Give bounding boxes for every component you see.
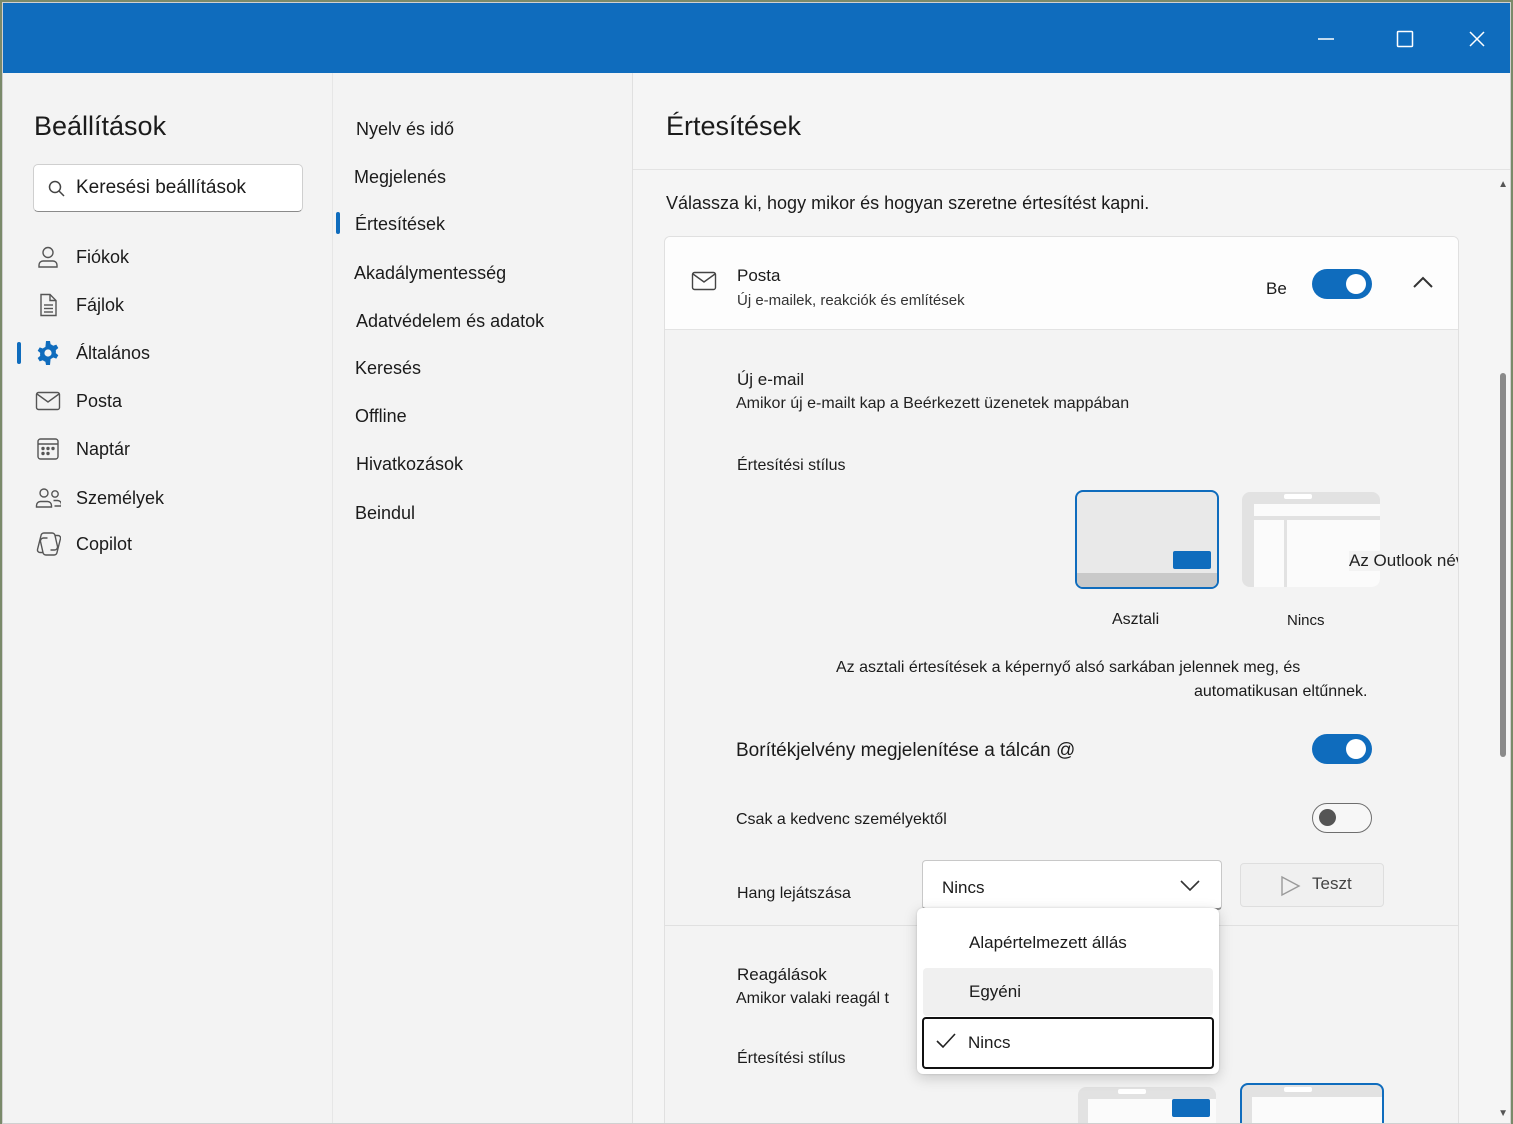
copilot-icon xyxy=(35,531,61,557)
reactions-style-option-none[interactable] xyxy=(1240,1083,1384,1123)
mail-card-title: Posta xyxy=(737,266,781,285)
selection-indicator xyxy=(17,342,21,364)
reactions-description: Amikor valaki reagál t xyxy=(736,990,889,1007)
subnav-item-notifications[interactable]: Értesítések xyxy=(355,209,445,239)
sound-options-menu: Alapértelmezett állás Egyéni Nincs xyxy=(917,908,1219,1074)
style-option-desktop[interactable] xyxy=(1075,490,1219,589)
calendar-icon xyxy=(35,436,61,462)
search-icon xyxy=(48,179,66,197)
mail-icon xyxy=(691,271,717,296)
sidebar-item-label: Fájlok xyxy=(76,294,125,315)
maximize-icon xyxy=(1396,30,1414,48)
subnav-item-appearance[interactable]: Megjelenés xyxy=(354,162,446,192)
chevron-up-icon[interactable] xyxy=(1412,275,1434,294)
minimize-icon xyxy=(1318,38,1334,40)
badge-toggle[interactable] xyxy=(1312,734,1372,764)
subnav-item-search[interactable]: Keresés xyxy=(355,353,421,383)
sound-option-custom[interactable]: Egyéni xyxy=(923,968,1213,1016)
sidebar-item-mail[interactable]: Posta xyxy=(3,381,333,421)
play-icon xyxy=(1279,875,1301,902)
reactions-title: Reagálások xyxy=(737,965,827,984)
mail-icon xyxy=(35,388,61,414)
search-box[interactable] xyxy=(33,164,303,212)
about-outlook-tooltip: Az Outlook névjegye xyxy=(1349,551,1458,571)
close-icon xyxy=(1469,31,1485,47)
sidebar-item-label: Általános xyxy=(76,342,151,363)
test-sound-button[interactable]: Teszt xyxy=(1240,863,1384,907)
selection-indicator xyxy=(336,212,340,234)
sidebar-item-label: Posta xyxy=(76,390,123,411)
general-subnav: Nyelv és idő Megjelenés Értesítések Akad… xyxy=(333,73,633,1123)
reactions-style-label: Értesítési stílus xyxy=(737,1050,846,1067)
menu-item-label: Egyéni xyxy=(969,982,1021,1001)
subnav-item-language-time[interactable]: Nyelv és idő xyxy=(356,114,454,144)
desktop-note-line2: automatikusan eltűnnek. xyxy=(1194,683,1368,700)
document-icon xyxy=(35,292,61,318)
subnav-item-accessibility[interactable]: Akadálymentesség xyxy=(354,258,506,288)
subnav-item-privacy[interactable]: Adatvédelem és adatok xyxy=(356,306,544,336)
minimize-button[interactable] xyxy=(1306,19,1346,59)
person-icon xyxy=(35,244,61,270)
title-bar xyxy=(3,3,1510,73)
intro-text: Válassza ki, hogy mikor és hogyan szeret… xyxy=(666,193,1150,213)
mail-card-header[interactable]: Posta Új e-mailek, reakciók és említések… xyxy=(665,237,1458,330)
sound-option-default[interactable]: Alapértelmezett állás xyxy=(923,919,1213,967)
settings-window: Beállítások Fiókok Fájlok Általános xyxy=(2,2,1511,1124)
sidebar-item-copilot[interactable]: Copilot xyxy=(3,524,333,564)
menu-item-label: Nincs xyxy=(968,1033,1011,1052)
divider xyxy=(633,169,1510,170)
settings-title: Beállítások xyxy=(34,111,167,141)
maximize-button[interactable] xyxy=(1385,19,1425,59)
scroll-up-arrow[interactable]: ▲ xyxy=(1498,179,1508,190)
style-option-none[interactable] xyxy=(1242,492,1380,587)
new-email-description: Amikor új e-mailt kap a Beérkezett üzene… xyxy=(736,395,1130,412)
favorites-only-label: Csak a kedvenc személyektől xyxy=(736,811,947,828)
test-button-label: Teszt xyxy=(1312,874,1352,893)
subnav-item-offline[interactable]: Offline xyxy=(355,401,407,431)
chevron-down-icon xyxy=(1180,879,1200,897)
page-title: Értesítések xyxy=(666,111,802,141)
sidebar-item-label: Fiókok xyxy=(76,246,130,267)
sidebar-item-label: Naptár xyxy=(76,438,131,459)
sound-option-none[interactable]: Nincs xyxy=(922,1017,1214,1069)
play-sound-label: Hang lejátszása xyxy=(737,885,851,902)
scroll-down-arrow[interactable]: ▼ xyxy=(1498,1108,1508,1119)
sidebar-item-people[interactable]: Személyek xyxy=(3,478,333,518)
sound-dropdown-value: Nincs xyxy=(942,878,985,897)
favorites-only-toggle[interactable] xyxy=(1312,803,1372,833)
sidebar-item-label: Személyek xyxy=(76,487,165,508)
sidebar-item-label: Copilot xyxy=(76,533,133,554)
menu-item-label: Alapértelmezett állás xyxy=(969,933,1127,952)
people-icon xyxy=(35,485,61,511)
new-email-title: Új e-mail xyxy=(737,370,805,389)
reactions-style-option-desktop[interactable] xyxy=(1078,1087,1216,1123)
mail-toggle-state: Be xyxy=(1266,279,1287,298)
style-option-desktop-label: Asztali xyxy=(1112,611,1160,628)
sidebar-item-accounts[interactable]: Fiókok xyxy=(3,237,333,277)
notification-style-label: Értesítési stílus xyxy=(737,457,846,474)
style-option-none-label: Nincs xyxy=(1287,612,1325,629)
mail-notifications-toggle[interactable] xyxy=(1312,269,1372,299)
desktop-note-line1: Az asztali értesítések a képernyő alsó s… xyxy=(836,659,1301,676)
badge-label: Borítékjelvény megjelenítése a tálcán @ xyxy=(736,740,1076,761)
checkmark-icon xyxy=(936,1033,956,1054)
mail-card-subtitle: Új e-mailek, reakciók és említések xyxy=(737,292,965,309)
sidebar-item-calendar[interactable]: Naptár xyxy=(3,429,333,469)
gear-icon xyxy=(35,340,61,366)
sidebar-item-files[interactable]: Fájlok xyxy=(3,285,333,325)
scrollbar-thumb[interactable] xyxy=(1500,373,1506,757)
subnav-item-get-started[interactable]: Beindul xyxy=(355,498,415,528)
sound-dropdown[interactable]: Nincs xyxy=(922,860,1222,910)
settings-sidebar: Beállítások Fiókok Fájlok Általános xyxy=(3,73,333,1123)
sidebar-item-general[interactable]: Általános xyxy=(3,333,333,373)
search-input[interactable] xyxy=(76,177,296,199)
toast-preview xyxy=(1173,551,1211,569)
subnav-item-links[interactable]: Hivatkozások xyxy=(356,449,463,479)
close-button[interactable] xyxy=(1457,19,1497,59)
